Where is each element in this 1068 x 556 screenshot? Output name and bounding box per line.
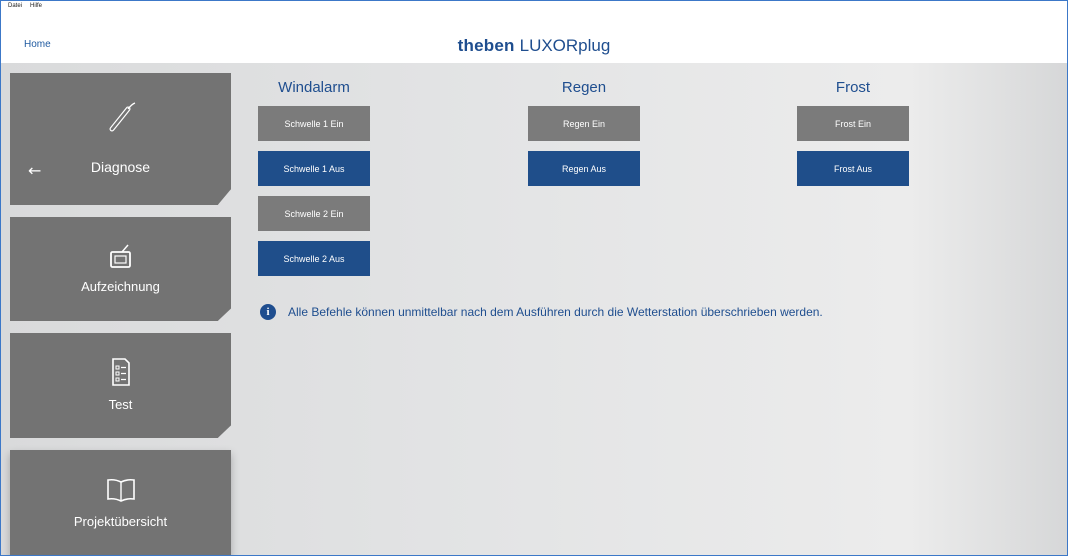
nav-label-diagnose: Diagnose [90, 159, 151, 175]
nav-label-projektuebersicht: Projektübersicht [73, 514, 168, 529]
schwelle-1-ein-button[interactable]: Schwelle 1 Ein [258, 106, 370, 141]
windalarm-title: Windalarm [278, 79, 350, 96]
info-text: Alle Befehle können unmittelbar nach dem… [288, 305, 823, 319]
info-icon: i [260, 304, 276, 320]
probe-icon [10, 101, 231, 139]
frost-title: Frost [835, 79, 871, 96]
tv-icon [10, 243, 231, 275]
nav-test[interactable]: Test [10, 333, 231, 438]
nav-label-test: Test [108, 397, 133, 412]
regen-title: Regen [561, 79, 607, 96]
brand-logo: theben LUXORplug [1, 36, 1067, 56]
header: Home theben LUXORplug [1, 13, 1067, 63]
regen-ein-button[interactable]: Regen Ein [528, 106, 640, 141]
schwelle-1-aus-button[interactable]: Schwelle 1 Aus [258, 151, 370, 186]
book-icon [10, 478, 231, 506]
frost-aus-button[interactable]: Frost Aus [797, 151, 909, 186]
nav-diagnose[interactable]: ← Diagnose [10, 73, 231, 205]
product-name: LUXORplug [519, 36, 611, 55]
nav-projektuebersicht[interactable]: Projektübersicht [10, 450, 231, 555]
menu-help[interactable]: Hilfe [30, 3, 42, 9]
app-window: Datei Hilfe Home theben LUXORplug ← Diagn… [0, 0, 1068, 556]
schwelle-2-aus-button[interactable]: Schwelle 2 Aus [258, 241, 370, 276]
nav-aufzeichnung[interactable]: Aufzeichnung [10, 217, 231, 321]
brand-name: theben [457, 36, 515, 55]
schwelle-2-ein-button[interactable]: Schwelle 2 Ein [258, 196, 370, 231]
regen-aus-button[interactable]: Regen Aus [528, 151, 640, 186]
menu-bar: Datei Hilfe [1, 1, 1067, 13]
info-message: i Alle Befehle können unmittelbar nach d… [260, 304, 823, 320]
frost-ein-button[interactable]: Frost Ein [797, 106, 909, 141]
menu-file[interactable]: Datei [8, 3, 22, 9]
checklist-icon [10, 358, 231, 390]
nav-label-aufzeichnung: Aufzeichnung [81, 279, 160, 294]
